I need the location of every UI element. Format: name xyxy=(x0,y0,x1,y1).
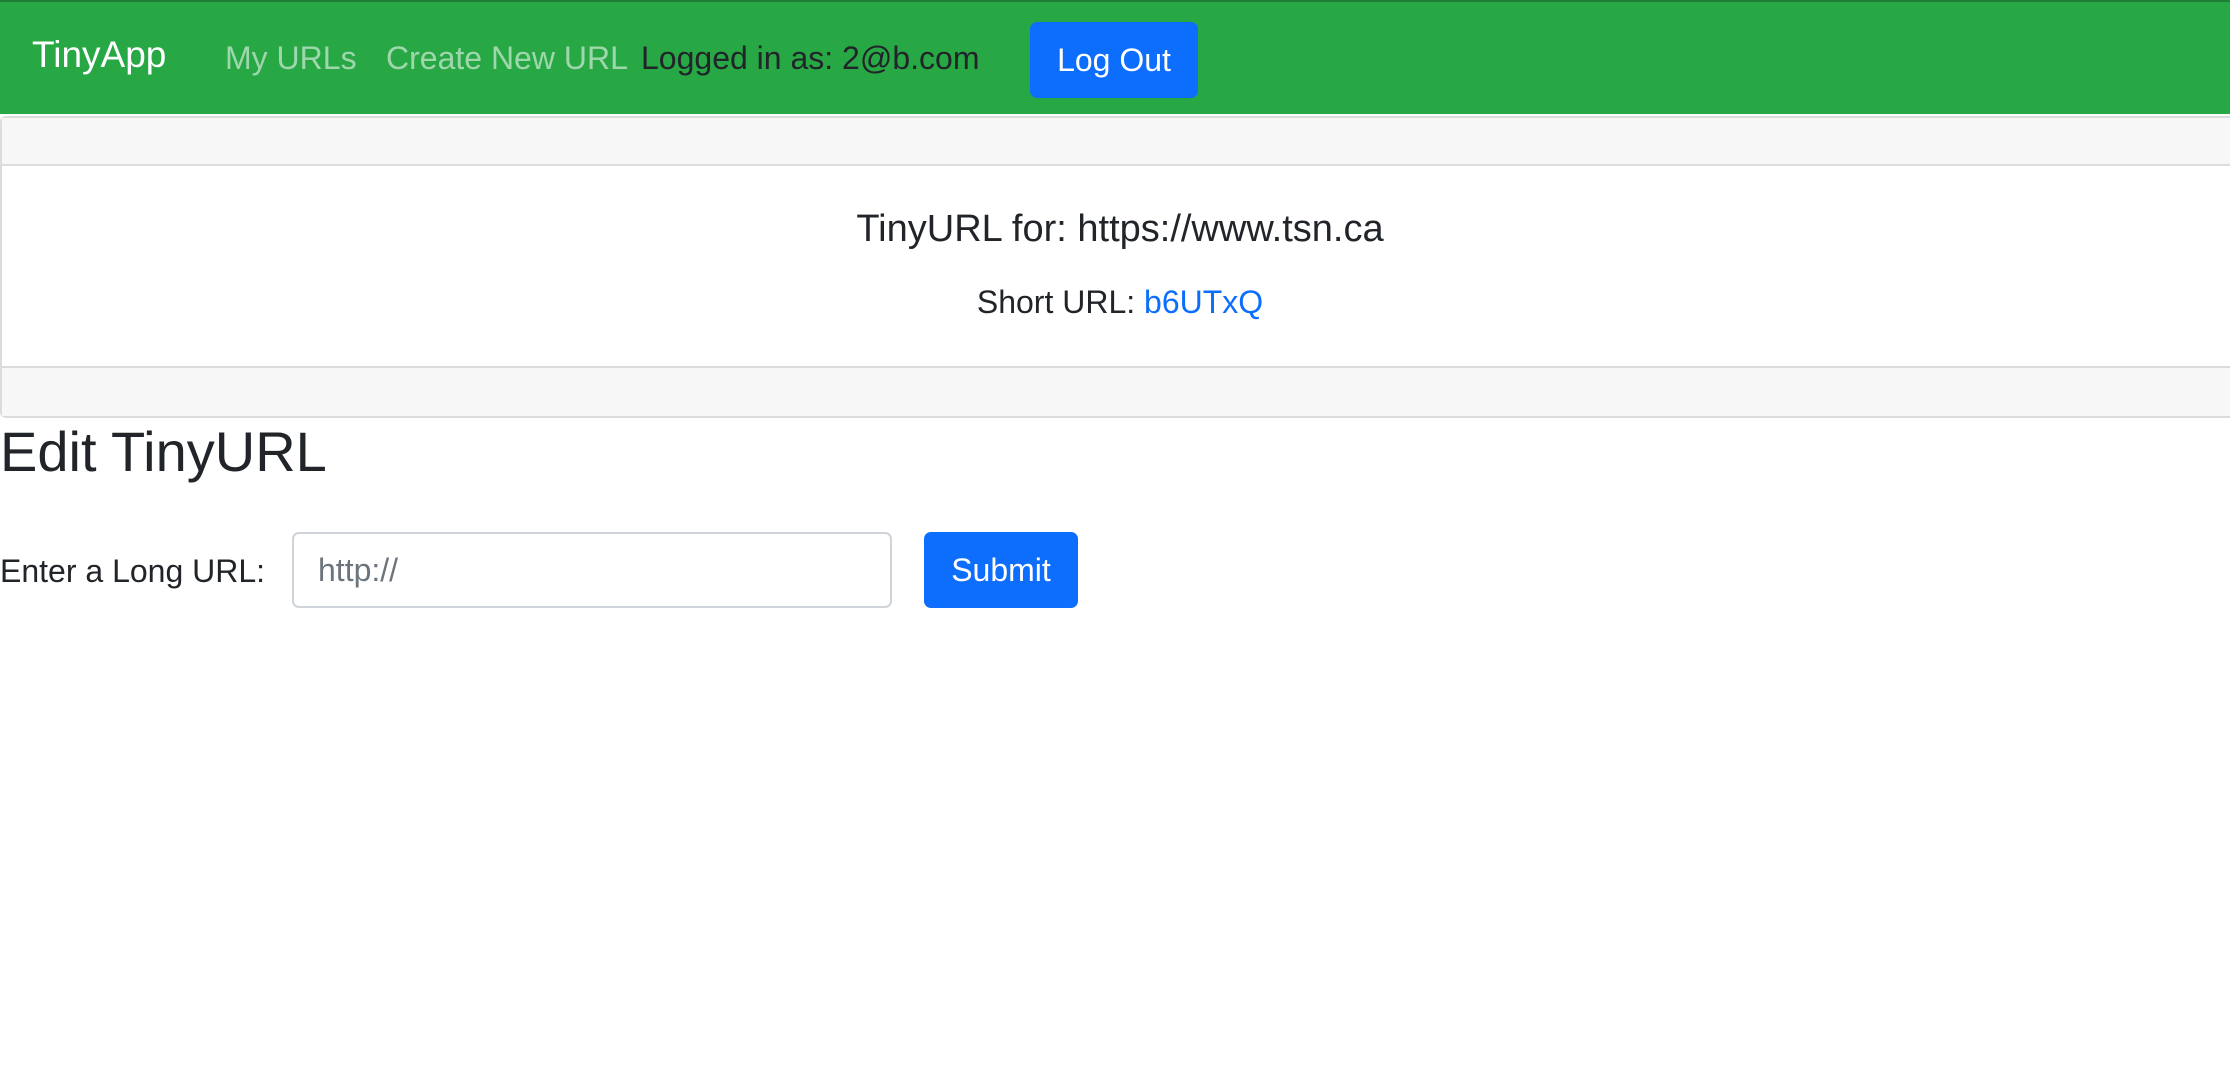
nav-link-create-new-url[interactable]: Create New URL xyxy=(386,42,628,74)
brand-link[interactable]: TinyApp xyxy=(32,36,166,73)
short-url-text: Short URL: b6UTxQ xyxy=(2,286,2230,318)
edit-heading: Edit TinyURL xyxy=(0,420,327,483)
card-header xyxy=(2,118,2230,166)
url-card: TinyURL for: https://www.tsn.ca Short UR… xyxy=(0,116,2230,418)
logout-button[interactable]: Log Out xyxy=(1030,22,1198,98)
nav-link-my-urls[interactable]: My URLs xyxy=(225,42,357,74)
logged-in-status: Logged in as: 2@b.com xyxy=(641,40,980,76)
card-footer xyxy=(2,366,2230,416)
long-url-input[interactable] xyxy=(292,532,892,608)
long-url-label: Enter a Long URL: xyxy=(0,553,266,589)
short-url-link[interactable]: b6UTxQ xyxy=(1144,284,1263,320)
card-title: TinyURL for: https://www.tsn.ca xyxy=(856,208,1384,250)
navbar: TinyApp My URLs Create New URL Logged in… xyxy=(0,0,2230,114)
short-url-label: Short URL: xyxy=(976,284,1145,320)
submit-button[interactable]: Submit xyxy=(924,532,1078,608)
